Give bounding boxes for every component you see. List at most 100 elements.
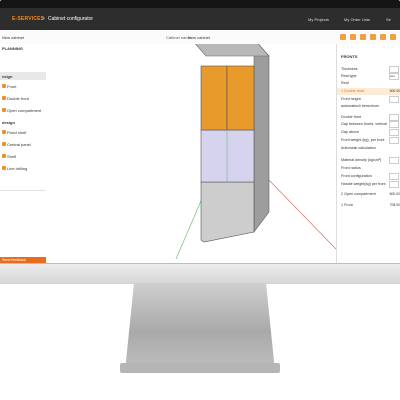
toolbar-left-label: New cabinet <box>2 35 25 40</box>
left-panel-header: PLANNING <box>2 46 23 51</box>
item-fixed-shelf-label: Fixed shelf <box>7 130 27 135</box>
automatic-calc-label: Automatic calculation <box>341 146 376 150</box>
double-front-icon <box>2 96 6 100</box>
section-design[interactable]: design <box>0 118 46 126</box>
item-double-front-label: Double front <box>7 96 29 101</box>
double-front-value: 600.00 <box>389 89 400 93</box>
toolbar-button-2[interactable] <box>350 34 356 40</box>
gap-above-input[interactable] <box>389 129 399 136</box>
item-fixed-shelf[interactable]: Fixed shelf <box>0 128 46 137</box>
open-compartment[interactable] <box>200 129 255 183</box>
toolbar-button-4[interactable] <box>370 34 376 40</box>
item-shelf-label: Shelf <box>7 154 17 159</box>
toolbar-button-1[interactable] <box>340 34 346 40</box>
item-open-compartment[interactable]: Open compartment <box>0 106 46 115</box>
thickness-row[interactable]: Thickness <box>337 66 400 73</box>
real-type-label: Real type <box>341 74 357 78</box>
front-radius-label: Front radius <box>341 166 361 170</box>
material-density-label: Material density (kg/cm³) <box>341 158 382 162</box>
front-radius-row[interactable]: Front radius <box>337 165 400 171</box>
item-central-panel-label: Central panel <box>7 142 31 147</box>
right-panel-header: FRONTS <box>341 54 358 59</box>
open-compartment-label: 2 Open compartment <box>341 192 376 196</box>
3d-viewport[interactable] <box>46 44 336 263</box>
gap-between-row[interactable]: Gap between fronts, vertical <box>337 121 400 128</box>
gap-above-label: Gap above <box>341 130 360 134</box>
auto-calc-label: automatisch berechnen <box>341 104 380 108</box>
item-central-panel[interactable]: Central panel <box>0 140 46 149</box>
monitor-frame: E-SERVICES > Cabinet configurator My Pro… <box>0 0 400 284</box>
top-bar: E-SERVICES > Cabinet configurator My Pro… <box>0 8 400 30</box>
gap-between-label: Gap between fronts, vertical <box>341 122 387 126</box>
monitor-chin <box>0 263 400 284</box>
nav-se[interactable]: Se <box>386 17 391 22</box>
double-front-row[interactable]: 1 Double front 600.00 <box>337 88 400 95</box>
toolbar: New cabinet Cabinet name New cabinet <box>0 30 400 45</box>
item-line-drilling[interactable]: Line drilling <box>0 164 46 173</box>
monitor-base <box>120 363 280 373</box>
cabinet-top <box>195 44 270 57</box>
real-row[interactable]: Real <box>337 80 400 86</box>
section-esign[interactable]: esign <box>0 72 46 80</box>
thickness-input[interactable] <box>389 66 399 73</box>
auto-calc-row[interactable]: automatisch berechnen <box>337 103 400 109</box>
material-density-row[interactable]: Material density (kg/cm³) <box>337 157 400 164</box>
toolbar-button-6[interactable] <box>390 34 396 40</box>
left-panel: PLANNING esign Front Double front Open c… <box>0 44 47 263</box>
handle-weight-label: Handle weight(kg) per front <box>341 182 386 186</box>
front-configuration-input[interactable] <box>389 173 399 180</box>
item-front-label: Front <box>7 84 17 89</box>
toolbar-button-5[interactable] <box>380 34 386 40</box>
double-front-sub-label: Double front <box>341 115 362 119</box>
double-front-sub-row[interactable]: Double front <box>337 114 400 121</box>
handle-weight-row[interactable]: Handle weight(kg) per front <box>337 181 400 188</box>
automatic-calc-row[interactable]: Automatic calculation <box>337 145 400 151</box>
gap-between-input[interactable] <box>389 121 399 128</box>
real-type-row[interactable]: Real type cen <box>337 73 400 80</box>
central-panel-icon <box>2 142 6 146</box>
item-double-front[interactable]: Double front <box>0 94 46 103</box>
section-esign-label: esign <box>2 74 13 79</box>
double-front-right[interactable] <box>226 65 255 131</box>
divider <box>0 190 46 191</box>
send-feedback-label: Send feedback <box>2 258 26 262</box>
shelf-icon <box>2 154 6 158</box>
front-configuration-label: Front configuration <box>341 174 372 178</box>
line-drilling-icon <box>2 166 6 170</box>
front-weight-row[interactable]: Front weight (kg), per front <box>337 137 400 144</box>
breadcrumb-separator: > <box>42 16 45 22</box>
front-row[interactable]: 1 Front 708.00 <box>337 202 400 209</box>
front-height-input[interactable] <box>389 96 399 103</box>
front-weight-input[interactable] <box>389 137 399 144</box>
open-compartment-value: 600.00 <box>389 192 400 196</box>
gap-above-row[interactable]: Gap above <box>337 129 400 136</box>
double-front-left[interactable] <box>200 65 228 131</box>
cabinet-name-value[interactable]: New cabinet <box>188 35 210 40</box>
thickness-label: Thickness <box>341 67 358 71</box>
item-front[interactable]: Front <box>0 82 46 91</box>
front-height-label: Front height <box>341 97 361 101</box>
item-line-drilling-label: Line drilling <box>7 166 28 171</box>
nav-my-order-lists[interactable]: My Order Lists <box>344 17 370 22</box>
right-panel: FRONTS Thickness Real type cen Real 1 Dou… <box>336 44 400 263</box>
front-weight-label: Front weight (kg), per front <box>341 138 385 142</box>
double-front-input[interactable] <box>389 114 399 121</box>
front-label: 1 Front <box>341 203 353 207</box>
nav-my-projects[interactable]: My Projects <box>308 17 329 22</box>
double-front-label: 1 Double front <box>341 89 365 93</box>
toolbar-button-3[interactable] <box>360 34 366 40</box>
item-shelf[interactable]: Shelf <box>0 152 46 161</box>
material-density-input[interactable] <box>389 157 399 164</box>
open-compartment-row[interactable]: 2 Open compartment 600.00 <box>337 191 400 198</box>
app-screen: E-SERVICES > Cabinet configurator My Pro… <box>0 8 400 263</box>
front-height-row[interactable]: Front height <box>337 96 400 103</box>
handle-weight-input[interactable] <box>389 181 399 188</box>
front-configuration-row[interactable]: Front configuration <box>337 173 400 180</box>
brand-label[interactable]: E-SERVICES <box>12 16 44 22</box>
front-value: 708.00 <box>389 203 400 207</box>
bottom-compartment[interactable] <box>200 181 255 243</box>
cabinet-side-panel <box>253 44 270 233</box>
monitor-stand <box>125 283 275 371</box>
real-type-select[interactable]: cen <box>389 73 399 80</box>
cabinet-3d-view <box>175 44 336 260</box>
